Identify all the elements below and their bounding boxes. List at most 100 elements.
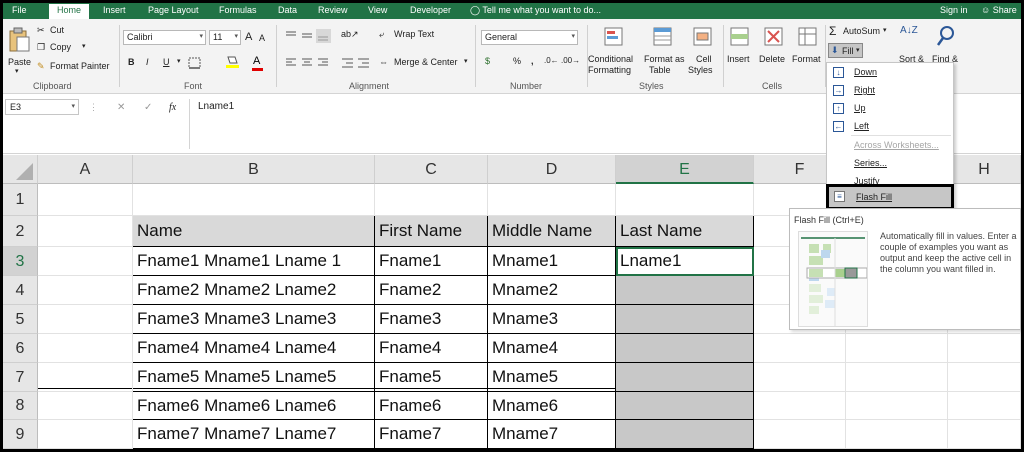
cell-e9[interactable] (616, 420, 754, 449)
cell-a6[interactable] (38, 334, 133, 363)
cell-g8[interactable] (846, 392, 948, 420)
row-header-5[interactable]: 5 (3, 305, 38, 334)
sign-in-link[interactable]: Sign in (940, 5, 968, 15)
cell-h7[interactable] (948, 363, 1021, 392)
cell-e8[interactable] (616, 392, 754, 420)
column-header-h[interactable]: H (948, 155, 1021, 184)
row-header-8[interactable]: 8 (3, 392, 38, 420)
cell-e1[interactable] (616, 184, 754, 216)
cell-e3[interactable]: Lname1 (616, 247, 754, 276)
cell-e6[interactable] (616, 334, 754, 363)
cell-c2[interactable]: First Name (375, 216, 488, 247)
grow-font-button[interactable]: A (245, 31, 252, 43)
cell-b7[interactable]: Fname5 Mname5 Lname5 (133, 363, 375, 392)
fill-color-icon[interactable] (225, 55, 241, 69)
cell-c5[interactable]: Fname3 (375, 305, 488, 334)
cell-g9[interactable] (846, 420, 948, 449)
cell-d8[interactable]: Mname6 (488, 392, 616, 420)
cell-b4[interactable]: Fname2 Mname2 Lname2 (133, 276, 375, 305)
cell-d9[interactable]: Mname7 (488, 420, 616, 449)
tab-view[interactable]: View (368, 5, 387, 15)
format-as-table-button[interactable]: Format as Table (641, 25, 685, 80)
column-header-c[interactable]: C (375, 155, 488, 184)
cell-b9[interactable]: Fname7 Mname7 Lname7 (133, 420, 375, 449)
fill-button[interactable]: ⬇ Fill ▾ (828, 43, 863, 58)
fill-menu-item-series[interactable]: Series... (827, 155, 953, 172)
decrease-decimal-icon[interactable]: .00→ (561, 56, 580, 65)
increase-decimal-icon[interactable]: .0← (544, 56, 559, 65)
cell-d7[interactable]: Mname5 (488, 363, 616, 392)
cell-f8[interactable] (754, 392, 846, 420)
fill-menu-item-down[interactable]: ↓ Down (827, 64, 953, 81)
cell-d4[interactable]: Mname2 (488, 276, 616, 305)
wrap-text-button[interactable]: ⤶ Wrap Text (379, 29, 459, 42)
underline-button[interactable]: U (163, 57, 170, 67)
cell-b3[interactable]: Fname1 Mname1 Lname 1 (133, 247, 375, 276)
cell-d3[interactable]: Mname1 (488, 247, 616, 276)
row-header-9[interactable]: 9 (3, 420, 38, 449)
font-color-button[interactable]: A (253, 55, 260, 67)
conditional-formatting-button[interactable]: Conditional Formatting (588, 25, 640, 80)
cell-a1[interactable] (38, 184, 133, 216)
cell-d2[interactable]: Middle Name (488, 216, 616, 247)
insert-function-icon[interactable]: fx (169, 102, 176, 113)
cell-f6[interactable] (754, 334, 846, 363)
cell-f9[interactable] (754, 420, 846, 449)
cut-button[interactable]: ✂ Cut (37, 25, 97, 37)
number-format-select[interactable]: General ▾ (481, 30, 578, 45)
font-size-select[interactable]: 11 ▾ (209, 30, 241, 45)
borders-icon[interactable] (188, 57, 202, 69)
cancel-icon[interactable]: ✕ (117, 102, 125, 113)
merge-center-button[interactable]: ⇔ Merge & Center ▾ (379, 57, 471, 70)
tab-home[interactable]: Home (49, 4, 90, 19)
cell-d6[interactable]: Mname4 (488, 334, 616, 363)
cell-e5[interactable] (616, 305, 754, 334)
currency-icon[interactable]: $ (485, 56, 490, 66)
delete-cells-button[interactable]: Delete (758, 25, 790, 80)
row-header-1[interactable]: 1 (3, 184, 38, 216)
bold-button[interactable]: B (128, 57, 135, 67)
copy-button[interactable]: ❐ Copy ▾ (37, 42, 97, 54)
format-painter-button[interactable]: ✎ Format Painter (37, 61, 117, 73)
fill-menu-item-flash-fill[interactable]: ≡ Flash Fill (826, 184, 954, 210)
horizontal-align-icons[interactable] (284, 57, 332, 69)
cell-c7[interactable]: Fname5 (375, 363, 488, 392)
italic-button[interactable]: I (146, 57, 149, 67)
name-box[interactable]: E3 ▾ (5, 99, 79, 115)
cell-styles-button[interactable]: Cell Styles (687, 25, 721, 80)
cell-a8[interactable] (38, 392, 133, 420)
cell-e7[interactable] (616, 363, 754, 392)
column-header-e[interactable]: E (616, 155, 754, 184)
cell-c1[interactable] (375, 184, 488, 216)
underline-dropdown-icon[interactable]: ▾ (177, 57, 181, 65)
cell-h6[interactable] (948, 334, 1021, 363)
cell-b1[interactable] (133, 184, 375, 216)
tab-page-layout[interactable]: Page Layout (148, 5, 199, 15)
cell-c3[interactable]: Fname1 (375, 247, 488, 276)
tab-insert[interactable]: Insert (103, 5, 126, 15)
row-header-7[interactable]: 7 (3, 363, 38, 392)
fill-menu-item-left[interactable]: ← Left (827, 118, 953, 135)
row-header-6[interactable]: 6 (3, 334, 38, 363)
cell-a5[interactable] (38, 305, 133, 334)
fill-menu-item-across-worksheets[interactable]: Across Worksheets... (827, 137, 953, 154)
column-header-d[interactable]: D (488, 155, 616, 184)
cell-b5[interactable]: Fname3 Mname3 Lname3 (133, 305, 375, 334)
fill-menu-item-right[interactable]: → Right (827, 82, 953, 99)
fill-menu-item-up[interactable]: ↑ Up (827, 100, 953, 117)
cell-c4[interactable]: Fname2 (375, 276, 488, 305)
cell-f7[interactable] (754, 363, 846, 392)
cell-b6[interactable]: Fname4 Mname4 Lname4 (133, 334, 375, 363)
cell-c6[interactable]: Fname4 (375, 334, 488, 363)
cell-b2[interactable]: Name (133, 216, 375, 247)
cell-e2[interactable]: Last Name (616, 216, 754, 247)
comma-button[interactable]: , (531, 56, 534, 66)
indent-icons[interactable] (341, 57, 371, 69)
shrink-font-button[interactable]: A (259, 33, 265, 43)
cell-c9[interactable]: Fname7 (375, 420, 488, 449)
tell-me-box[interactable]: ◯ Tell me what you want to do... (470, 5, 601, 16)
cell-a2[interactable] (38, 216, 133, 247)
tab-developer[interactable]: Developer (410, 5, 451, 15)
cell-g6[interactable] (846, 334, 948, 363)
cell-h8[interactable] (948, 392, 1021, 420)
